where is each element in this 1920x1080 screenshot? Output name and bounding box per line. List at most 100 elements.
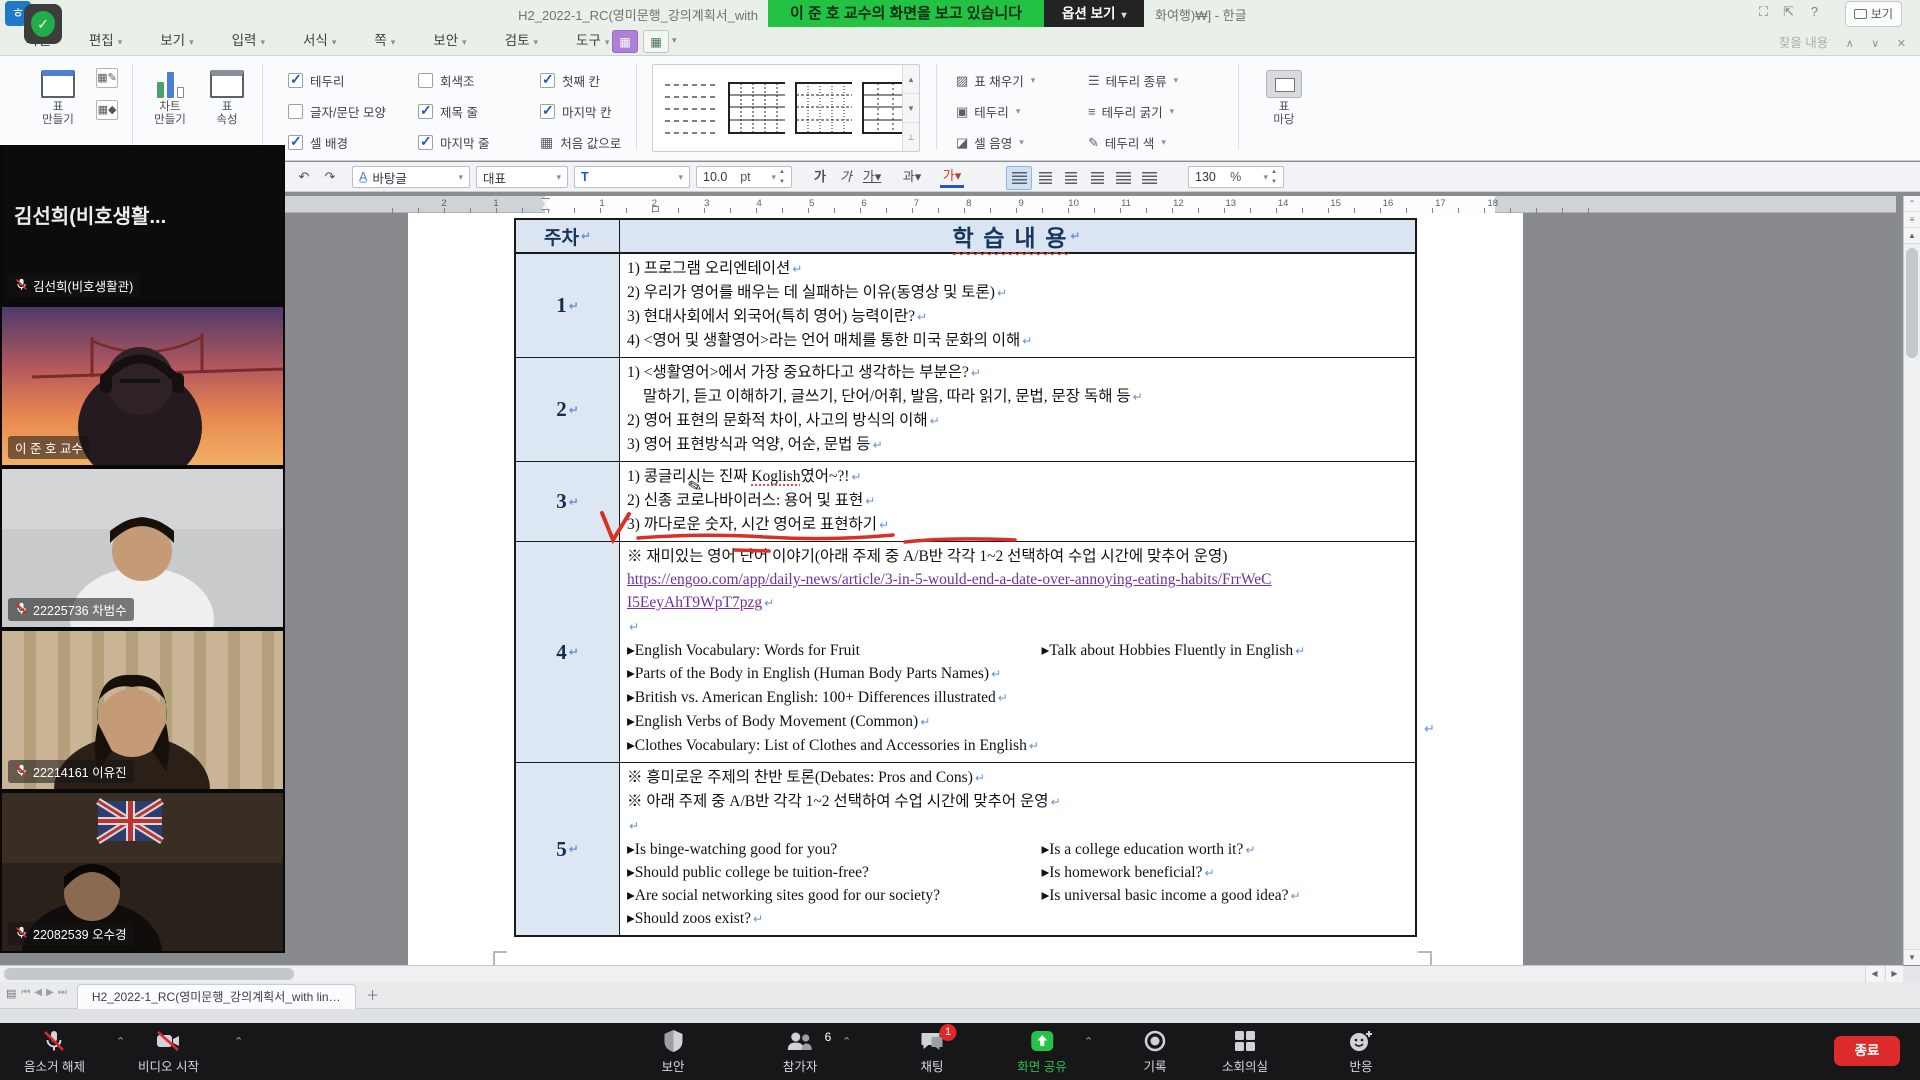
reactions-button[interactable]: 반응 xyxy=(1348,1028,1374,1075)
font-select[interactable]: T▾ xyxy=(574,166,690,188)
size-spinner[interactable]: ▲▼ xyxy=(779,167,785,187)
table-row-week-4[interactable]: 4↵※ 재미있는 영어 단어 이야기(아래 주제 중 A/B반 각각 1~2 선… xyxy=(516,542,1415,763)
button-테두리[interactable]: ▣테두리▾ xyxy=(956,102,1020,121)
scroll-left-icon[interactable]: ◀ xyxy=(1865,966,1883,982)
menu-입력[interactable]: 입력▾ xyxy=(220,27,277,55)
find-next-icon[interactable]: ∨ xyxy=(1871,38,1879,50)
checkbox-처음 값으로[interactable]: ▦처음 값으로 xyxy=(540,133,621,152)
outline-view-icon[interactable]: ▤ xyxy=(6,987,16,1000)
checkbox-셀 배경[interactable]: 셀 배경 xyxy=(288,133,348,152)
view-options-button[interactable]: 옵션 보기▾ xyxy=(1044,0,1144,27)
new-tab-icon[interactable]: ＋ xyxy=(364,987,382,1005)
document-page[interactable]: 주차↵ 학 습 내 용↵ 1↵1) 프로그램 오리엔테이션↵2) 우리가 영어를… xyxy=(408,213,1523,965)
content-cell[interactable]: ※ 재미있는 영어 단어 이야기(아래 주제 중 A/B반 각각 1~2 선택하… xyxy=(620,542,1415,762)
first-tab-icon[interactable]: ⏮ xyxy=(21,987,30,998)
table-style-preview[interactable] xyxy=(795,79,852,137)
hyperlink[interactable]: I5EeyAhT9WpT7pzg xyxy=(627,594,762,611)
table-toolbar-toggle-icon[interactable]: ▦ xyxy=(643,30,669,53)
ribbon-toggle-icon[interactable]: ▦ xyxy=(612,30,638,53)
last-tab-icon[interactable]: ⏭ xyxy=(58,987,67,998)
italic-button[interactable]: 가 xyxy=(834,166,858,188)
resize-icon[interactable]: ⇱ xyxy=(1783,4,1794,20)
syllabus-table[interactable]: 주차↵ 학 습 내 용↵ 1↵1) 프로그램 오리엔테이션↵2) 우리가 영어를… xyxy=(514,218,1417,937)
font-size-input[interactable]: 10.0pt▾▲▼ xyxy=(696,166,792,188)
zoom-spinner[interactable]: ▲▼ xyxy=(1271,167,1277,187)
video-tile-22082539 오수경[interactable]: 22082539 오수경 xyxy=(2,793,283,951)
scroll-right-icon[interactable]: ▶ xyxy=(1885,966,1903,982)
redo-icon[interactable]: ↷ xyxy=(318,166,342,188)
align-right-button[interactable] xyxy=(1084,166,1110,190)
button-표 채우기[interactable]: ▨표 채우기▾ xyxy=(956,71,1035,90)
week-number-cell[interactable]: 3↵ xyxy=(516,462,620,541)
video-tile-22214161 이유진[interactable]: 22214161 이유진 xyxy=(2,631,283,789)
checkbox-마지막 칸[interactable]: 마지막 칸 xyxy=(540,102,611,121)
draw-table-icon[interactable]: ▦✎ xyxy=(96,68,118,88)
menu-쪽[interactable]: 쪽▾ xyxy=(362,27,407,55)
chevron-up-icon[interactable]: ⌃ xyxy=(842,1035,851,1048)
toolbar-caret-icon[interactable]: ▾ xyxy=(672,35,677,46)
unmute-button[interactable]: 음소거 해제 xyxy=(24,1028,85,1075)
header-week[interactable]: 주차↵ xyxy=(516,220,620,252)
align-divide-button[interactable] xyxy=(1136,166,1162,190)
bold-button[interactable]: 가 xyxy=(808,166,832,188)
content-cell[interactable]: 1) 콩글리시는 진짜 Koglish였어~?!↵2) 신종 코로나바이러스: … xyxy=(620,462,1415,541)
table-header-row[interactable]: 주차↵ 학 습 내 용↵ xyxy=(516,220,1415,254)
checkbox-제목 줄[interactable]: 제목 줄 xyxy=(418,102,478,121)
document-tab[interactable]: H2_2022-1_RC(영미문행_강의계획서_with lin… xyxy=(77,984,356,1009)
table-style-preview[interactable] xyxy=(663,79,718,137)
align-center-button[interactable] xyxy=(1058,166,1084,190)
chat-button[interactable]: 1채팅 xyxy=(920,1028,945,1075)
breakout-button[interactable]: 소회의실 xyxy=(1222,1028,1268,1075)
font-color-button[interactable]: 가▾ xyxy=(940,166,964,188)
strikethrough-button[interactable]: 과▾ xyxy=(900,166,924,188)
checkbox-글자/문단 모양[interactable]: 글자/문단 모양 xyxy=(288,102,386,121)
participants-button[interactable]: 6참가자 xyxy=(783,1028,818,1075)
table-row-week-5[interactable]: 5↵※ 흥미로운 주제의 찬반 토론(Debates: Pros and Con… xyxy=(516,763,1415,935)
share-screen-button[interactable]: 화면 공유 xyxy=(1017,1028,1066,1075)
header-content[interactable]: 학 습 내 용↵ xyxy=(620,220,1415,252)
table-style-gallery[interactable]: ▲▼⊥ xyxy=(652,64,920,152)
content-cell[interactable]: 1) 프로그램 오리엔테이션↵2) 우리가 영어를 배우는 데 실패하는 이유(… xyxy=(620,254,1415,357)
start-video-button[interactable]: 비디오 시작 xyxy=(138,1028,199,1075)
content-cell[interactable]: 1) <생활영어>에서 가장 중요하다고 생각하는 부분은?↵말하기, 듣고 이… xyxy=(620,358,1415,461)
find-prev-icon[interactable]: ∧ xyxy=(1846,38,1854,50)
fullscreen-icon[interactable]: ⛶ xyxy=(1759,4,1768,20)
video-tile-22225736 차범수[interactable]: 22225736 차범수 xyxy=(2,469,283,627)
video-tile-김선희(비호생활관)[interactable]: 김선희(비호생활...김선희(비호생활관) xyxy=(2,145,283,303)
horizontal-scrollbar[interactable]: ◀ ▶ xyxy=(0,965,1903,982)
security-button[interactable]: 보안 xyxy=(661,1028,684,1075)
button-테두리 굵기[interactable]: ≡테두리 굵기▾ xyxy=(1088,102,1174,121)
help-icon[interactable]: ? xyxy=(1811,4,1818,19)
underline-button[interactable]: 가▾ xyxy=(860,166,884,188)
horizontal-scroll-thumb[interactable] xyxy=(4,968,294,980)
hyperlink[interactable]: https://engoo.com/app/daily-news/article… xyxy=(627,571,1272,588)
content-cell[interactable]: ※ 흥미로운 주제의 찬반 토론(Debates: Pros and Cons)… xyxy=(620,763,1415,935)
checkbox-회색조[interactable]: 회색조 xyxy=(418,71,475,90)
scroll-down-icon[interactable]: ▼ xyxy=(1904,949,1920,965)
menu-편집[interactable]: 편집▾ xyxy=(77,27,134,55)
button-테두리 종류[interactable]: ☰테두리 종류▾ xyxy=(1088,71,1178,90)
style-set-select[interactable]: 대표▾ xyxy=(476,166,568,188)
record-button[interactable]: 기록 xyxy=(1143,1028,1167,1075)
chevron-up-icon[interactable]: ⌃ xyxy=(234,1035,243,1048)
scroll-ruler-icon[interactable]: ≡ xyxy=(1904,212,1920,228)
checkbox-첫째 칸[interactable]: 첫째 칸 xyxy=(540,71,600,90)
create-chart-button[interactable]: 차트 만들기 xyxy=(142,70,198,127)
find-bar[interactable]: 찾을 내용 ∧ ∨ ✕ xyxy=(1779,32,1906,51)
zoom-level-input[interactable]: 130%▾▲▼ xyxy=(1188,166,1284,188)
view-mode-button[interactable]: 보기 xyxy=(1845,1,1902,27)
week-number-cell[interactable]: 4↵ xyxy=(516,542,620,762)
table-style-preview[interactable] xyxy=(728,79,785,137)
table-madang-button[interactable]: 표 마당 xyxy=(1258,70,1310,127)
checkbox-마지막 줄[interactable]: 마지막 줄 xyxy=(418,133,489,152)
end-meeting-button[interactable]: 종료 xyxy=(1834,1036,1900,1066)
vertical-scroll-thumb[interactable] xyxy=(1906,248,1918,358)
scroll-up-icon[interactable]: ▲ xyxy=(1904,228,1920,244)
find-close-icon[interactable]: ✕ xyxy=(1897,38,1906,50)
button-테두리 색[interactable]: ✎테두리 색▾ xyxy=(1088,133,1166,152)
find-input-placeholder[interactable]: 찾을 내용 xyxy=(1779,36,1828,50)
prev-tab-icon[interactable]: ◀ xyxy=(34,987,42,998)
week-number-cell[interactable]: 5↵ xyxy=(516,763,620,935)
button-셀 음영[interactable]: ◪셀 음영▾ xyxy=(956,133,1024,152)
undo-icon[interactable]: ↶ xyxy=(292,166,316,188)
